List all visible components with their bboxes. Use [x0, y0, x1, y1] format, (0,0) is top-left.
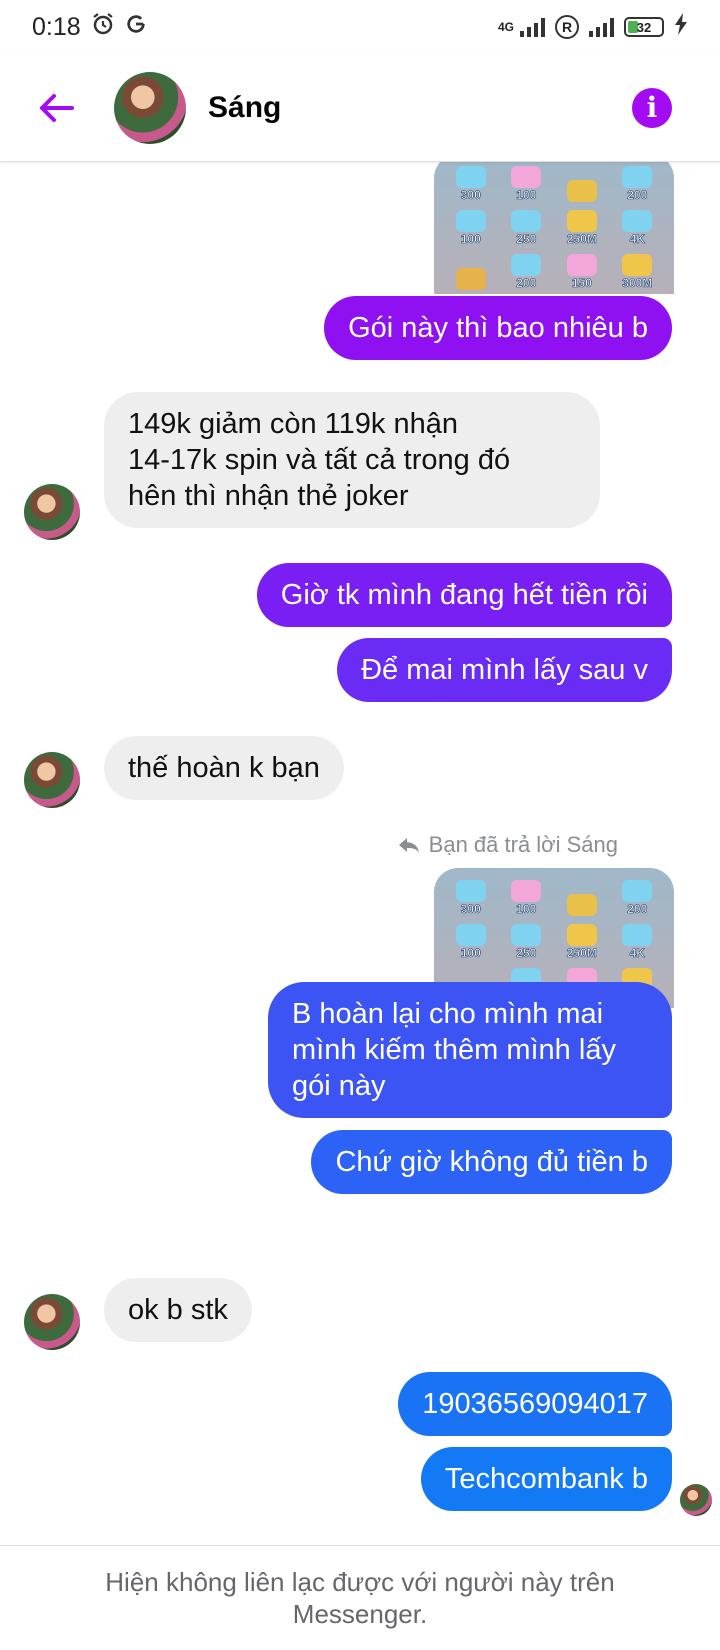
- gem-icon: [566, 210, 597, 232]
- gem-icon: [455, 166, 486, 188]
- gem-icon: [622, 254, 653, 276]
- tile-value: 4K: [629, 946, 645, 961]
- outgoing-message[interactable]: B hoàn lại cho mình mai mình kiếm thêm m…: [268, 982, 672, 1118]
- tile-value: 300: [460, 188, 481, 203]
- game-tile: 100: [502, 162, 552, 202]
- reply-label-text: Bạn đã trả lời Sáng: [428, 832, 618, 857]
- info-icon: i: [646, 91, 658, 124]
- game-tile: [446, 250, 496, 290]
- alarm-icon: [91, 12, 115, 43]
- outgoing-message[interactable]: Để mai mình lấy sau v: [337, 638, 672, 702]
- gem-icon: [511, 880, 542, 902]
- incoming-message[interactable]: thế hoàn k bạn: [104, 736, 344, 800]
- battery-level: 32: [636, 19, 652, 35]
- gem-icon: [622, 880, 653, 902]
- outgoing-message[interactable]: Techcombank b: [420, 1447, 672, 1511]
- game-tile: 250M: [557, 206, 607, 246]
- tile-value: 200: [627, 188, 648, 203]
- gem-icon: [622, 924, 653, 946]
- game-tile: 150: [557, 250, 607, 290]
- outgoing-message[interactable]: Chứ giờ không đủ tiền b: [311, 1130, 672, 1194]
- signal-icon-2: [589, 17, 614, 37]
- game-tile: 300: [446, 876, 496, 916]
- seen-indicator-avatar: [680, 1484, 712, 1516]
- game-tile: 100: [502, 876, 552, 916]
- status-bar: 0:18 4G R 32: [0, 0, 720, 54]
- tile-value: 100: [460, 232, 481, 247]
- tile-value: 200: [627, 902, 648, 917]
- game-tile: [557, 162, 607, 202]
- gem-icon: [511, 254, 542, 276]
- tile-value: 250M: [566, 946, 597, 961]
- gem-icon: [455, 210, 486, 232]
- game-tile: 250M: [557, 920, 607, 960]
- google-icon: [125, 13, 147, 42]
- gem-icon: [455, 880, 486, 902]
- contact-avatar-small[interactable]: [24, 752, 80, 808]
- game-tile: 100: [446, 206, 496, 246]
- chat-header: Sáng i: [0, 54, 720, 162]
- tile-value: 100: [516, 188, 537, 203]
- game-tile: 300M: [613, 250, 663, 290]
- gem-icon: [566, 254, 597, 276]
- back-arrow-icon: [40, 93, 74, 122]
- game-tile: 200: [502, 250, 552, 290]
- registered-icon: R: [555, 15, 579, 39]
- tile-value: 300: [460, 902, 481, 917]
- tile-value: 250M: [566, 232, 597, 247]
- message-thread[interactable]: 300 100 200 100 250 250M 4K 200 150 300M Gói này …: [0, 162, 720, 1542]
- game-tile: [557, 876, 607, 916]
- gem-icon: [566, 180, 597, 202]
- game-tile: 100: [446, 920, 496, 960]
- tile-value: 4K: [629, 232, 645, 247]
- signal-icon: [520, 17, 545, 37]
- tile-value: 250: [516, 946, 537, 961]
- contact-avatar-small[interactable]: [24, 1294, 80, 1350]
- contact-avatar-small[interactable]: [24, 484, 80, 540]
- gem-icon: [622, 166, 653, 188]
- tile-value: 100: [516, 902, 537, 917]
- gem-icon: [511, 924, 542, 946]
- gem-icon: [622, 210, 653, 232]
- back-button[interactable]: [28, 80, 84, 136]
- outgoing-message[interactable]: 19036569094017: [398, 1372, 672, 1436]
- outgoing-message[interactable]: Gói này thì bao nhiêu b: [324, 296, 672, 360]
- charging-icon: [674, 12, 688, 42]
- gem-icon: [566, 924, 597, 946]
- network-type: 4G: [497, 20, 514, 34]
- tile-value: 300M: [622, 276, 653, 291]
- status-time: 0:18: [32, 12, 81, 41]
- gem-icon: [455, 268, 486, 290]
- tile-value: 150: [571, 276, 592, 291]
- contact-name[interactable]: Sáng: [208, 91, 281, 125]
- contact-avatar[interactable]: [114, 71, 186, 144]
- game-tile: 200: [613, 162, 663, 202]
- reply-icon: [398, 838, 419, 853]
- tile-value: 250: [516, 232, 537, 247]
- game-tile: 4K: [613, 920, 663, 960]
- tile-value: 200: [516, 276, 537, 291]
- battery-icon: 32: [624, 17, 664, 37]
- info-button[interactable]: i: [632, 87, 672, 128]
- game-tile: 250: [502, 206, 552, 246]
- incoming-message[interactable]: ok b stk: [104, 1278, 252, 1342]
- gem-icon: [511, 210, 542, 232]
- gem-icon: [511, 166, 542, 188]
- game-tile: 4K: [613, 206, 663, 246]
- shared-game-image[interactable]: 300 100 200 100 250 250M 4K 200 150 300M: [434, 162, 674, 294]
- outgoing-message[interactable]: Giờ tk mình đang hết tiền rồi: [256, 563, 672, 627]
- game-tile: 300: [446, 162, 496, 202]
- incoming-message[interactable]: 149k giảm còn 119k nhận 14-17k spin và t…: [104, 392, 600, 528]
- game-tile: 250: [502, 920, 552, 960]
- unavailable-notice: Hiện không liên lạc được với người này t…: [0, 1545, 720, 1650]
- tile-value: 100: [460, 946, 481, 961]
- gem-icon: [566, 894, 597, 916]
- game-tile: 200: [613, 876, 663, 916]
- gem-icon: [455, 924, 486, 946]
- reply-label: Bạn đã trả lời Sáng: [397, 832, 618, 858]
